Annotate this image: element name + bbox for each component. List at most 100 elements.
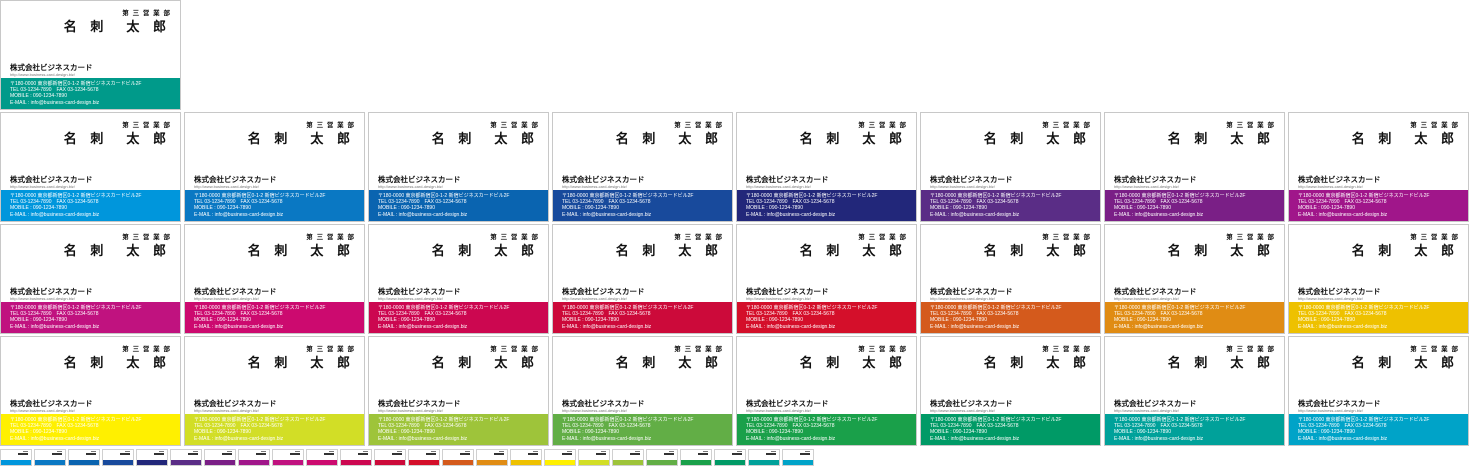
business-card[interactable]: 第 三 営 業 部名 刺 太 郎株式会社ビジネスカード http://www.bu… bbox=[1104, 112, 1285, 222]
business-card[interactable]: 第 三 営 業 部名 刺 太 郎株式会社ビジネスカード http://www.bu… bbox=[736, 224, 917, 334]
color-thumbnail[interactable] bbox=[272, 449, 304, 466]
business-card[interactable]: 第 三 営 業 部名 刺 太 郎株式会社ビジネスカード http://www.bu… bbox=[736, 336, 917, 446]
color-thumbnail[interactable] bbox=[612, 449, 644, 466]
thumbnail-color-band bbox=[647, 460, 677, 465]
color-thumbnail[interactable] bbox=[340, 449, 372, 466]
thumbnail-name-mark bbox=[120, 453, 130, 455]
color-thumbnail[interactable] bbox=[476, 449, 508, 466]
color-thumbnail[interactable] bbox=[374, 449, 406, 466]
contact-band: 〒180-0000 東京都新宿区0-1-2 新宿ビジネスカードビル2F TEL 0… bbox=[1289, 302, 1468, 333]
thumbnail-color-band bbox=[681, 460, 711, 465]
color-thumbnail[interactable] bbox=[578, 449, 610, 466]
color-thumbnail[interactable] bbox=[714, 449, 746, 466]
color-thumbnail[interactable] bbox=[102, 449, 134, 466]
company-url: http://www.business-card-design.biz/ bbox=[378, 296, 443, 301]
business-card[interactable]: 第 三 営 業 部名 刺 太 郎株式会社ビジネスカード http://www.bu… bbox=[552, 336, 733, 446]
business-card[interactable]: 第 三 営 業 部名 刺 太 郎株式会社ビジネスカード http://www.bu… bbox=[368, 224, 549, 334]
business-card[interactable]: 第 三 営 業 部名 刺 太 郎株式会社ビジネスカード http://www.bu… bbox=[184, 336, 365, 446]
company-url: http://www.business-card-design.biz/ bbox=[10, 296, 75, 301]
thumbnail-color-band bbox=[783, 460, 813, 465]
thumbnail-name-mark bbox=[630, 453, 640, 455]
business-card[interactable]: 第 三 営 業 部名 刺 太 郎株式会社ビジネスカード http://www.bu… bbox=[368, 336, 549, 446]
color-thumbnail[interactable] bbox=[408, 449, 440, 466]
email-line: E-MAIL : info@business-card-design.biz bbox=[194, 435, 284, 442]
email-line: E-MAIL : info@business-card-design.biz bbox=[378, 323, 468, 330]
color-thumbnail-strip bbox=[0, 449, 820, 467]
thumbnail-department-mark bbox=[159, 451, 164, 452]
color-thumbnail[interactable] bbox=[136, 449, 168, 466]
business-card[interactable]: 第 三 営 業 部名 刺 太 郎株式会社ビジネスカード http://www.bu… bbox=[1104, 336, 1285, 446]
color-thumbnail[interactable] bbox=[748, 449, 780, 466]
business-card[interactable]: 第 三 営 業 部名 刺 太 郎株式会社ビジネスカード http://www.bu… bbox=[1288, 224, 1469, 334]
business-card[interactable]: 第 三 営 業 部名 刺 太 郎株式会社ビジネスカード http://www.bu… bbox=[1288, 112, 1469, 222]
business-card[interactable]: 第 三 営 業 部名 刺 太 郎株式会社ビジネスカード http://www.bu… bbox=[552, 112, 733, 222]
person-name: 名 刺 太 郎 bbox=[63, 243, 171, 258]
thumbnail-name-mark bbox=[52, 453, 62, 455]
business-card[interactable]: 第 三 営 業 部名 刺 太 郎株式会社ビジネスカード http://www.bu… bbox=[736, 112, 917, 222]
company-url: http://www.business-card-design.biz/ bbox=[1298, 408, 1363, 413]
color-thumbnail[interactable] bbox=[204, 449, 236, 466]
business-card[interactable]: 第 三 営 業 部名 刺 太 郎株式会社ビジネスカード http://www.bu… bbox=[368, 112, 549, 222]
contact-band: 〒180-0000 東京都新宿区0-1-2 新宿ビジネスカードビル2F TEL 0… bbox=[369, 414, 548, 445]
business-card[interactable]: 第 三 営 業 部名 刺 太 郎株式会社ビジネスカード http://www.bu… bbox=[0, 0, 181, 110]
color-thumbnail[interactable] bbox=[306, 449, 338, 466]
color-thumbnail[interactable] bbox=[238, 449, 270, 466]
person-name: 名 刺 太 郎 bbox=[431, 355, 539, 370]
email-line: E-MAIL : info@business-card-design.biz bbox=[194, 211, 284, 218]
business-card[interactable]: 第 三 営 業 部名 刺 太 郎株式会社ビジネスカード http://www.bu… bbox=[552, 224, 733, 334]
thumbnail-color-band bbox=[715, 460, 745, 465]
person-name: 名 刺 太 郎 bbox=[247, 355, 355, 370]
thumbnail-color-band bbox=[35, 460, 65, 465]
contact-band: 〒180-0000 東京都新宿区0-1-2 新宿ビジネスカードビル2F TEL 0… bbox=[553, 414, 732, 445]
business-card[interactable]: 第 三 営 業 部名 刺 太 郎株式会社ビジネスカード http://www.bu… bbox=[0, 336, 181, 446]
person-name: 名 刺 太 郎 bbox=[63, 355, 171, 370]
business-card[interactable]: 第 三 営 業 部名 刺 太 郎株式会社ビジネスカード http://www.bu… bbox=[0, 224, 181, 334]
thumbnail-color-band bbox=[239, 460, 269, 465]
email-line: E-MAIL : info@business-card-design.biz bbox=[1114, 435, 1204, 442]
email-line: E-MAIL : info@business-card-design.biz bbox=[562, 435, 652, 442]
color-thumbnail[interactable] bbox=[680, 449, 712, 466]
business-card[interactable]: 第 三 営 業 部名 刺 太 郎株式会社ビジネスカード http://www.bu… bbox=[920, 336, 1101, 446]
thumbnail-color-band bbox=[545, 460, 575, 465]
color-thumbnail[interactable] bbox=[510, 449, 542, 466]
business-card[interactable]: 第 三 営 業 部名 刺 太 郎株式会社ビジネスカード http://www.bu… bbox=[184, 224, 365, 334]
thumbnail-department-mark bbox=[23, 451, 28, 452]
business-card[interactable]: 第 三 営 業 部名 刺 太 郎株式会社ビジネスカード http://www.bu… bbox=[920, 112, 1101, 222]
card-gallery: 第 三 営 業 部名 刺 太 郎株式会社ビジネスカード http://www.bu… bbox=[0, 0, 1470, 467]
thumbnail-department-mark bbox=[329, 451, 334, 452]
color-thumbnail[interactable] bbox=[442, 449, 474, 466]
contact-band: 〒180-0000 東京都新宿区0-1-2 新宿ビジネスカードビル2F TEL 0… bbox=[185, 302, 364, 333]
company-url: http://www.business-card-design.biz/ bbox=[562, 296, 627, 301]
thumbnail-name-mark bbox=[290, 453, 300, 455]
person-name: 名 刺 太 郎 bbox=[799, 243, 907, 258]
color-thumbnail[interactable] bbox=[646, 449, 678, 466]
email-line: E-MAIL : info@business-card-design.biz bbox=[746, 323, 836, 330]
contact-band: 〒180-0000 東京都新宿区0-1-2 新宿ビジネスカードビル2F TEL 0… bbox=[1105, 414, 1284, 445]
business-card[interactable]: 第 三 営 業 部名 刺 太 郎株式会社ビジネスカード http://www.bu… bbox=[920, 224, 1101, 334]
contact-band: 〒180-0000 東京都新宿区0-1-2 新宿ビジネスカードビル2F TEL 0… bbox=[737, 414, 916, 445]
color-thumbnail[interactable] bbox=[782, 449, 814, 466]
color-thumbnail[interactable] bbox=[68, 449, 100, 466]
thumbnail-department-mark bbox=[227, 451, 232, 452]
contact-band: 〒180-0000 東京都新宿区0-1-2 新宿ビジネスカードビル2F TEL 0… bbox=[369, 190, 548, 221]
color-thumbnail[interactable] bbox=[0, 449, 32, 466]
person-name: 名 刺 太 郎 bbox=[1167, 243, 1275, 258]
company-url: http://www.business-card-design.biz/ bbox=[1114, 408, 1179, 413]
business-card[interactable]: 第 三 営 業 部名 刺 太 郎株式会社ビジネスカード http://www.bu… bbox=[0, 112, 181, 222]
person-name: 名 刺 太 郎 bbox=[63, 19, 171, 34]
color-thumbnail[interactable] bbox=[170, 449, 202, 466]
thumbnail-department-mark bbox=[57, 451, 62, 452]
thumbnail-color-band bbox=[511, 460, 541, 465]
business-card[interactable]: 第 三 営 業 部名 刺 太 郎株式会社ビジネスカード http://www.bu… bbox=[1104, 224, 1285, 334]
thumbnail-department-mark bbox=[193, 451, 198, 452]
person-name: 名 刺 太 郎 bbox=[63, 131, 171, 146]
color-thumbnail[interactable] bbox=[544, 449, 576, 466]
thumbnail-color-band bbox=[273, 460, 303, 465]
business-card[interactable]: 第 三 営 業 部名 刺 太 郎株式会社ビジネスカード http://www.bu… bbox=[184, 112, 365, 222]
thumbnail-department-mark bbox=[91, 451, 96, 452]
color-thumbnail[interactable] bbox=[34, 449, 66, 466]
thumbnail-name-mark bbox=[154, 453, 164, 455]
person-name: 名 刺 太 郎 bbox=[983, 131, 1091, 146]
email-line: E-MAIL : info@business-card-design.biz bbox=[1114, 211, 1204, 218]
business-card[interactable]: 第 三 営 業 部名 刺 太 郎株式会社ビジネスカード http://www.bu… bbox=[1288, 336, 1469, 446]
